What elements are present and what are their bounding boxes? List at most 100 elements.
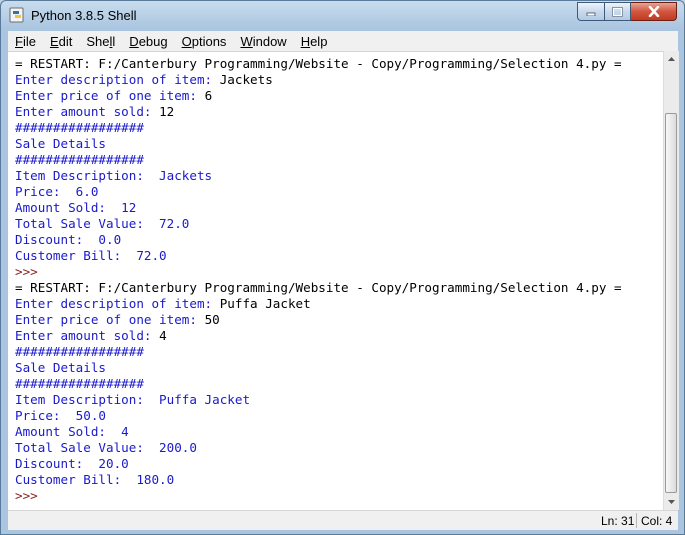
console-line: Enter description of item: Puffa Jacket	[15, 296, 622, 312]
program-output: #################	[15, 376, 144, 391]
menu-debug-accel: D	[129, 33, 139, 49]
scroll-up-button[interactable]	[664, 51, 679, 67]
console-line: Discount: 0.0	[15, 232, 622, 248]
user-input: 50	[204, 312, 220, 327]
program-output: #################	[15, 120, 144, 135]
program-output: #################	[15, 344, 144, 359]
console-line: Item Description: Jackets	[15, 168, 622, 184]
program-output: Price: 6.0	[15, 184, 99, 199]
menu-shell[interactable]: Shell	[79, 34, 122, 49]
menu-help-accel: H	[300, 33, 311, 49]
program-output: Sale Details	[15, 360, 106, 375]
console-line: #################	[15, 120, 622, 136]
program-output: Item Description: Puffa Jacket	[15, 392, 251, 407]
scroll-down-icon	[668, 500, 675, 504]
console-line: Sale Details	[15, 360, 622, 376]
user-input: Jackets	[219, 72, 273, 87]
console-line: Discount: 20.0	[15, 456, 622, 472]
program-output: Enter price of one item:	[15, 88, 205, 103]
user-input: 6	[204, 88, 213, 103]
console-line: Customer Bill: 180.0	[15, 472, 622, 488]
program-output: Price: 50.0	[15, 408, 106, 423]
console-line: Price: 50.0	[15, 408, 622, 424]
window-title: Python 3.8.5 Shell	[31, 8, 137, 23]
console-lines: >>>= RESTART: F:/Canterbury Programming/…	[15, 52, 622, 504]
menu-window[interactable]: Window	[233, 34, 293, 49]
user-input: 4	[159, 328, 167, 343]
console-line: Customer Bill: 72.0	[15, 248, 622, 264]
console-line: Item Description: Puffa Jacket	[15, 392, 622, 408]
menu-edit[interactable]: Edit	[43, 34, 79, 49]
menu-file-accel: F	[15, 33, 23, 49]
program-output: Sale Details	[15, 136, 106, 151]
menu-options-accel: O	[181, 33, 192, 49]
status-separator	[636, 513, 637, 528]
console-line: Amount Sold: 12	[15, 200, 622, 216]
program-output: Total Sale Value: 72.0	[15, 216, 190, 231]
console-line: Total Sale Value: 72.0	[15, 216, 622, 232]
menu-file-rest: ile	[22, 33, 36, 49]
user-input: 12	[159, 104, 175, 119]
status-line-number: Ln: 31	[601, 514, 635, 528]
menu-options-rest: ptions	[191, 33, 227, 49]
menu-bar: File Edit Shell Debug Options Window Hel…	[8, 31, 678, 51]
scroll-down-button[interactable]	[664, 494, 679, 510]
shell-prompt: >>>	[15, 264, 38, 279]
status-column-number: Col: 4	[641, 514, 673, 528]
console-line: Enter price of one item: 50	[15, 312, 622, 328]
close-icon	[648, 6, 659, 17]
console-line: #################	[15, 344, 622, 360]
console-line: >>>	[15, 264, 622, 280]
console-line: Enter description of item: Jackets	[15, 72, 622, 88]
menu-debug[interactable]: Debug	[122, 34, 174, 49]
menu-edit-accel: E	[49, 33, 59, 49]
program-output: Enter amount sold:	[15, 104, 160, 119]
restart-banner: = RESTART: F:/Canterbury Programming/Web…	[15, 56, 622, 71]
console-line: Total Sale Value: 200.0	[15, 440, 622, 456]
menu-help[interactable]: Help	[294, 34, 335, 49]
console-line: = RESTART: F:/Canterbury Programming/Web…	[15, 280, 622, 296]
minimize-button[interactable]	[577, 2, 604, 21]
user-input: Puffa Jacket	[219, 296, 311, 311]
console-line: #################	[15, 376, 622, 392]
menu-help-rest: elp	[310, 33, 328, 49]
minimize-icon	[586, 12, 595, 16]
menu-shell-pre: She	[86, 33, 110, 49]
vertical-scrollbar[interactable]	[663, 51, 679, 510]
console-line: #################	[15, 152, 622, 168]
console-line: Sale Details	[15, 136, 622, 152]
program-output: Item Description: Jackets	[15, 168, 213, 183]
shell-prompt: >>>	[15, 52, 38, 55]
close-button[interactable]	[631, 2, 677, 21]
scrollbar-thumb[interactable]	[665, 113, 677, 493]
title-bar[interactable]: Python 3.8.5 Shell	[1, 1, 684, 31]
program-output: Enter description of item:	[15, 72, 220, 87]
program-output: Enter description of item:	[15, 296, 220, 311]
shell-prompt: >>>	[15, 488, 38, 503]
program-output: #################	[15, 152, 144, 167]
console-line: >>>	[15, 488, 622, 504]
program-output: Discount: 0.0	[15, 232, 122, 247]
program-output: Total Sale Value: 200.0	[15, 440, 197, 455]
program-output: Amount Sold: 4	[15, 424, 129, 439]
menu-window-rest: indow	[252, 33, 287, 49]
menu-edit-rest: dit	[58, 33, 73, 49]
menu-options[interactable]: Options	[175, 34, 234, 49]
maximize-icon	[612, 6, 623, 17]
menu-window-accel: W	[240, 33, 253, 49]
menu-file[interactable]: File	[8, 34, 43, 49]
program-output: Enter amount sold:	[15, 328, 160, 343]
program-output: Enter price of one item:	[15, 312, 205, 327]
console-line: Enter amount sold: 4	[15, 328, 622, 344]
scroll-up-icon	[668, 57, 675, 61]
menu-shell-rest: l	[112, 33, 116, 49]
program-output: Amount Sold: 12	[15, 200, 137, 215]
restart-banner: = RESTART: F:/Canterbury Programming/Web…	[15, 280, 622, 295]
program-output: Customer Bill: 180.0	[15, 472, 175, 487]
program-output: Customer Bill: 72.0	[15, 248, 167, 263]
shell-text-area[interactable]: >>>= RESTART: F:/Canterbury Programming/…	[8, 51, 663, 511]
console-line: Enter amount sold: 12	[15, 104, 622, 120]
python-idle-icon	[9, 7, 24, 23]
maximize-button[interactable]	[604, 2, 631, 21]
console-line: Price: 6.0	[15, 184, 622, 200]
